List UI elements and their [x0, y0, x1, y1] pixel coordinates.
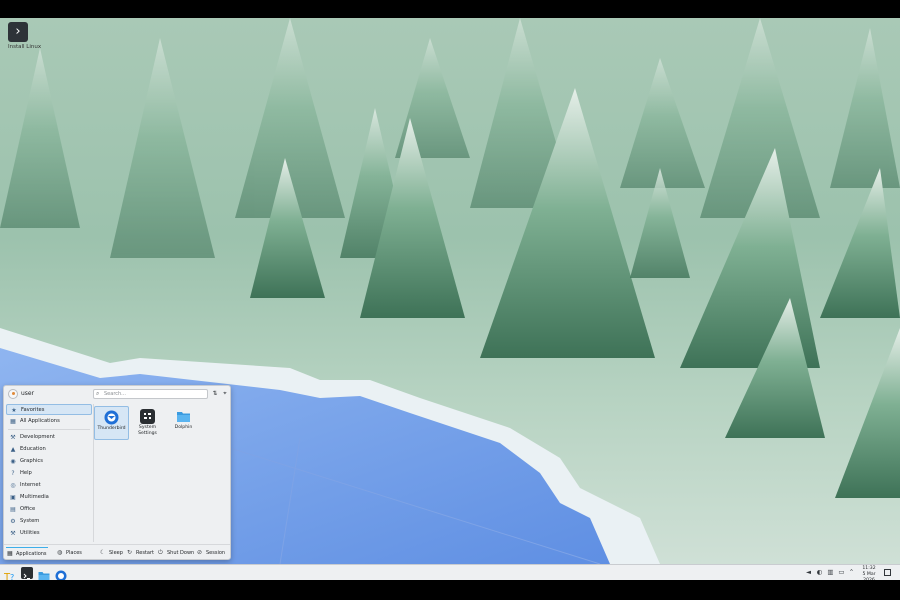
search-icon: ⌕ — [96, 390, 100, 397]
places-icon: ◍ — [57, 549, 63, 556]
tab-label: Applications — [16, 551, 47, 557]
category-label: Office — [20, 506, 36, 512]
category-all-applications[interactable]: ▦ All Applications — [6, 416, 92, 427]
category-graphics[interactable]: ◉ Graphics — [6, 456, 92, 467]
briefcase-icon: ▤ — [10, 506, 16, 513]
clipboard-icon[interactable]: ▥ — [826, 568, 835, 577]
tab-applications[interactable]: ▦ Applications — [6, 547, 48, 559]
show-desktop-icon[interactable] — [884, 569, 891, 576]
terminal-taskbar-icon[interactable] — [21, 567, 33, 579]
expand-tray-icon[interactable]: ⌃ — [847, 568, 856, 577]
film-icon: ▣ — [10, 494, 16, 501]
letterbox-top — [0, 0, 900, 18]
grid-icon: ▦ — [7, 550, 13, 557]
restart-label: Restart — [136, 550, 154, 556]
app-dolphin[interactable]: Dolphin — [166, 406, 201, 440]
category-label: Utilities — [20, 530, 40, 536]
session-button[interactable]: ⊘ Session ⌄ — [197, 547, 230, 568]
launcher-footer: ▦ Applications ◍ Places ☾ Sleep ↻ Restar… — [4, 544, 230, 568]
graduation-icon: ▲ — [10, 446, 16, 453]
tab-places[interactable]: ◍ Places — [56, 547, 86, 559]
star-icon: ★ — [11, 407, 17, 414]
category-label: Multimedia — [20, 494, 49, 500]
dolphin-taskbar-icon[interactable] — [38, 567, 50, 581]
globe-icon: ◎ — [10, 482, 16, 489]
volume-icon[interactable]: ◄ — [804, 568, 813, 577]
thunderbird-taskbar-icon[interactable] — [55, 567, 67, 582]
category-sidebar: ★ Favorites ▦ All Applications ⚒ Develop… — [6, 404, 92, 542]
help-icon: ? — [11, 470, 15, 477]
sleep-button[interactable]: ☾ Sleep — [100, 547, 123, 559]
sort-icon: ⇅ — [212, 390, 218, 397]
category-utilities[interactable]: ⚒ Utilities — [6, 528, 92, 539]
chevron-right-icon: › — [8, 22, 28, 42]
search-placeholder: Search... — [104, 391, 126, 397]
folder-icon — [176, 409, 191, 424]
shutdown-label: Shut Down — [167, 550, 195, 556]
tools-icon: ⚒ — [10, 530, 16, 537]
tab-label: Places — [66, 550, 82, 556]
session-label: Session — [206, 550, 226, 556]
category-label: Internet — [20, 482, 41, 488]
palette-icon: ◉ — [10, 458, 16, 465]
app-label: Dolphin — [174, 425, 193, 430]
category-development[interactable]: ⚒ Development — [6, 432, 92, 443]
app-system-settings[interactable]: System Settings — [130, 406, 165, 440]
app-thunderbird[interactable]: Thunderbird — [94, 406, 129, 440]
search-input[interactable]: ⌕ Search... — [93, 389, 208, 399]
category-office[interactable]: ▤ Office — [6, 504, 92, 515]
category-label: System — [20, 518, 40, 524]
category-label: Help — [20, 470, 32, 476]
thunderbird-icon — [104, 410, 119, 425]
power-icon: ⏻ — [158, 549, 163, 556]
sleep-label: Sleep — [109, 550, 123, 556]
taskbar: T ? ◄ ◐ ▥ ▭ ⌃ 11:32 5 Mar 2026 — [0, 564, 900, 583]
username: user — [21, 390, 35, 397]
category-multimedia[interactable]: ▣ Multimedia — [6, 492, 92, 503]
session-icon: ⊘ — [197, 549, 203, 556]
gear-icon: ⚙ — [10, 518, 16, 525]
install-linux-shortcut[interactable]: › Install Linux — [8, 22, 42, 50]
launcher-header: user ⌕ Search... ⇅ ⌖ — [4, 386, 230, 402]
application-launcher: user ⌕ Search... ⇅ ⌖ ★ Favorites ▦ All A… — [3, 385, 231, 568]
category-help[interactable]: ? Help — [6, 468, 92, 479]
restart-icon: ↻ — [127, 549, 133, 556]
category-system[interactable]: ⚙ System — [6, 516, 92, 527]
wrench-icon: ⚒ — [10, 434, 16, 441]
pin-icon: ⌖ — [223, 390, 227, 397]
divider — [8, 429, 90, 430]
restart-button[interactable]: ↻ Restart — [127, 547, 154, 559]
avatar[interactable] — [8, 389, 18, 399]
network-icon[interactable]: ▭ — [837, 568, 846, 577]
system-settings-icon — [140, 409, 155, 424]
app-label: System Settings — [138, 425, 157, 436]
installer-label: Install Linux — [8, 44, 42, 50]
category-label: Favorites — [21, 407, 45, 413]
category-label: Graphics — [20, 458, 43, 464]
favorites-grid: Thunderbird System Settings Dolphin — [94, 404, 230, 542]
pin-button[interactable]: ⌖ — [220, 389, 230, 399]
app-label: Thunderbird — [97, 426, 126, 431]
shutdown-button[interactable]: ⏻ Shut Down — [158, 547, 194, 559]
grid-icon: ▦ — [10, 418, 16, 425]
sort-button[interactable]: ⇅ — [210, 389, 220, 399]
category-label: All Applications — [20, 418, 60, 424]
letterbox-bottom — [0, 580, 900, 600]
sleep-icon: ☾ — [100, 549, 106, 556]
category-label: Education — [20, 446, 46, 452]
category-education[interactable]: ▲ Education — [6, 444, 92, 455]
category-internet[interactable]: ◎ Internet — [6, 480, 92, 491]
application-launcher-button[interactable]: T ? — [3, 567, 16, 583]
category-label: Development — [20, 434, 55, 440]
brightness-icon[interactable]: ◐ — [815, 568, 824, 577]
category-favorites[interactable]: ★ Favorites — [6, 404, 92, 415]
